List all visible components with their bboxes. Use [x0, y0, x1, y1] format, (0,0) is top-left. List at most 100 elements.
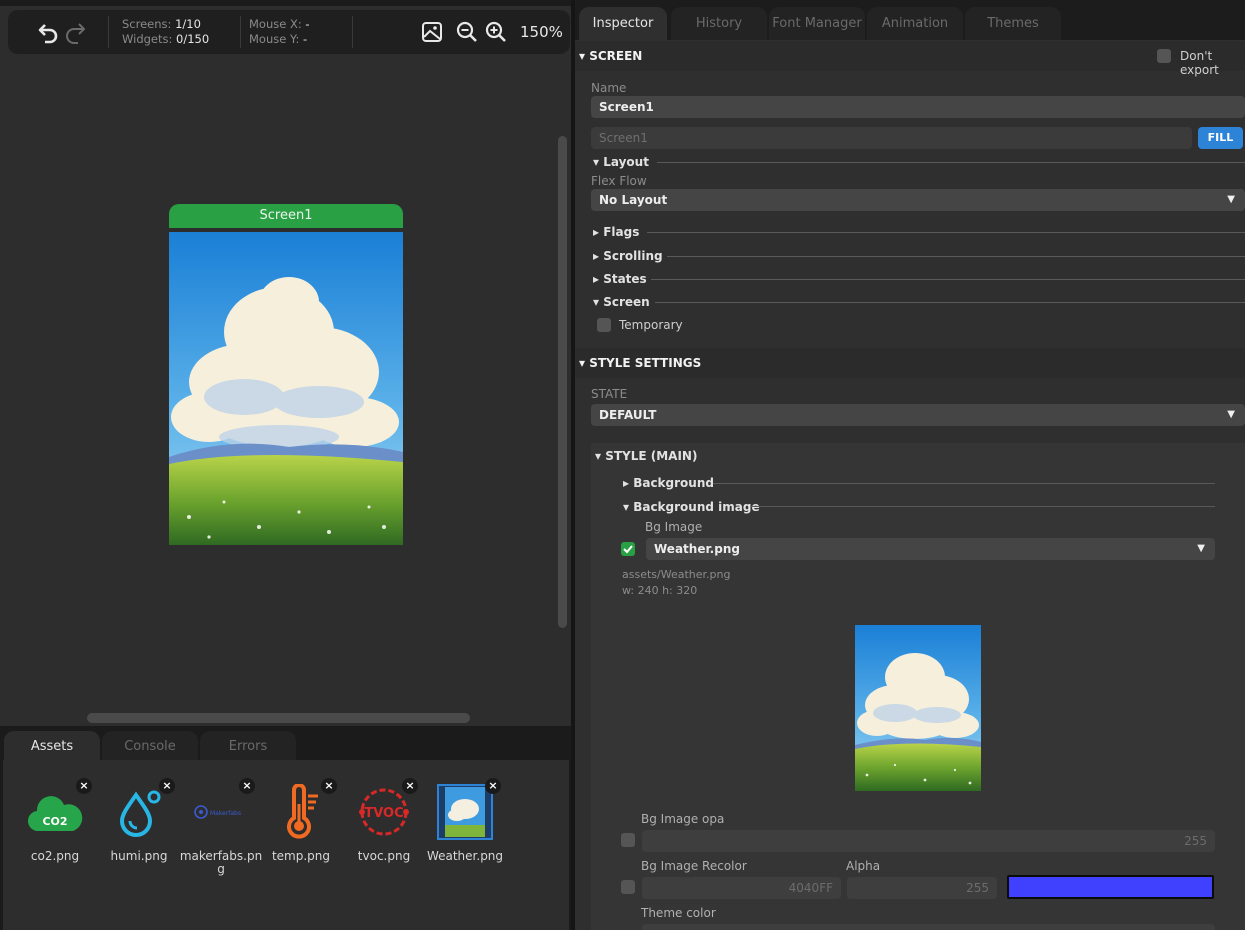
zoom-in-icon[interactable] [482, 18, 510, 46]
co2-text: CO2 [42, 815, 67, 828]
dont-export-checkbox[interactable] [1157, 49, 1171, 63]
divider-line [651, 279, 1245, 280]
bg-image-label: Bg Image [645, 520, 703, 534]
bg-image-preview [855, 625, 981, 791]
zoom-level[interactable]: 150% [520, 23, 563, 41]
bottom-panel: Assets Console Errors CO2 × co2.png × hu… [0, 726, 571, 930]
bg-image-opa-checkbox[interactable] [621, 833, 635, 847]
undo-icon[interactable] [34, 18, 62, 46]
theme-color-label: Theme color [641, 906, 716, 920]
theme-color-input[interactable] [642, 924, 1215, 930]
remove-asset-icon[interactable]: × [159, 778, 175, 794]
layout-header[interactable]: ▾ Layout [593, 155, 649, 169]
toolbar-separator [352, 16, 353, 48]
remove-asset-icon[interactable]: × [485, 778, 501, 794]
scrolling-header[interactable]: ▸ Scrolling [593, 249, 663, 263]
tab-console[interactable]: Console [102, 731, 198, 763]
alpha-label: Alpha [846, 859, 881, 873]
fill-button[interactable]: FILL [1198, 127, 1243, 149]
inspector-panel: Inspector History Font Manager Animation… [575, 0, 1245, 930]
asset-item[interactable]: CO2 × co2.png [13, 778, 97, 888]
horizontal-scrollbar[interactable] [87, 713, 470, 723]
temporary-label: Temporary [619, 318, 683, 332]
collapse-arrow-icon: ▾ [595, 449, 606, 463]
collapse-arrow-icon: ▾ [579, 356, 590, 370]
asset-item[interactable]: TVOC × tvoc.png [342, 778, 426, 888]
screens-counter: Screens: 1/10 Widgets: 0/150 [122, 17, 210, 46]
co2-icon: CO2 [26, 784, 84, 840]
dont-export-label: Don't export [1180, 49, 1219, 77]
toolbar-separator [108, 16, 109, 48]
style-settings-header[interactable]: ▾ STYLE SETTINGS [575, 348, 1245, 378]
expand-arrow-icon: ▸ [593, 225, 604, 239]
state-label: STATE [591, 387, 628, 401]
canvas-area[interactable]: Screen1 [0, 56, 571, 726]
states-header[interactable]: ▸ States [593, 272, 647, 286]
style-main-header[interactable]: ▾ STYLE (MAIN) [595, 449, 697, 463]
screen-title-tab[interactable]: Screen1 [169, 204, 403, 228]
zoom-out-icon[interactable] [453, 18, 481, 46]
flex-flow-select[interactable]: No Layout ▼ [591, 189, 1245, 211]
recolor-color-swatch[interactable] [1007, 875, 1214, 899]
background-header[interactable]: ▸ Background [623, 476, 714, 490]
remove-asset-icon[interactable]: × [76, 778, 92, 794]
state-select[interactable]: DEFAULT ▼ [591, 404, 1245, 426]
collapse-arrow-icon: ▾ [623, 500, 634, 514]
asset-item[interactable]: × temp.png [259, 778, 343, 888]
bg-recolor-checkbox[interactable] [621, 880, 635, 894]
collapse-arrow-icon: ▾ [579, 49, 590, 63]
divider-line [667, 256, 1245, 257]
vertical-scrollbar[interactable] [558, 136, 567, 628]
asset-item[interactable]: × humi.png [97, 778, 181, 888]
asset-item[interactable]: × Weather.png [423, 778, 507, 888]
remove-asset-icon[interactable]: × [402, 778, 418, 794]
assets-list: CO2 × co2.png × humi.png Makerfabs × mak… [3, 760, 569, 930]
tab-themes[interactable]: Themes [965, 7, 1061, 40]
flags-header[interactable]: ▸ Flags [593, 225, 639, 239]
temporary-checkbox[interactable] [597, 318, 611, 332]
tab-font-manager[interactable]: Font Manager [769, 7, 865, 40]
redo-icon[interactable] [62, 18, 90, 46]
bg-image-path: assets/Weather.png [622, 568, 731, 581]
bg-image-opa-label: Bg Image opa [641, 812, 725, 826]
thermometer-icon [272, 784, 330, 840]
background-image-header[interactable]: ▾ Background image [623, 500, 760, 514]
bg-recolor-label: Bg Image Recolor [641, 859, 747, 873]
id-input[interactable]: Screen1 [591, 127, 1192, 149]
screen-preview[interactable] [169, 232, 403, 545]
bg-recolor-input[interactable]: 4040FF [642, 877, 841, 899]
remove-asset-icon[interactable]: × [321, 778, 337, 794]
bg-image-opa-input[interactable]: 255 [642, 830, 1215, 852]
bg-image-checkbox[interactable] [621, 542, 635, 556]
divider-line [751, 506, 1215, 507]
tab-inspector[interactable]: Inspector [579, 7, 667, 40]
background-image-icon[interactable] [418, 18, 446, 46]
collapse-arrow-icon: ▾ [593, 295, 604, 309]
expand-arrow-icon: ▸ [623, 476, 634, 490]
editor-panel: Screens: 1/10 Widgets: 0/150 Mouse X: - … [0, 0, 571, 930]
remove-asset-icon[interactable]: × [239, 778, 255, 794]
divider-line [713, 483, 1215, 484]
tab-errors[interactable]: Errors [200, 731, 296, 763]
asset-name: co2.png [30, 849, 80, 863]
style-main-panel: ▾ STYLE (MAIN) ▸ Background ▾ Background… [591, 443, 1245, 930]
name-input[interactable]: Screen1 [591, 96, 1245, 118]
name-label: Name [591, 81, 627, 95]
asset-name: temp.png [271, 849, 331, 863]
tab-history[interactable]: History [671, 7, 767, 40]
toolbar: Screens: 1/10 Widgets: 0/150 Mouse X: - … [8, 10, 570, 54]
top-strip [0, 0, 571, 6]
weather-image [437, 784, 493, 840]
humidity-icon [110, 784, 168, 840]
bg-image-select[interactable]: Weather.png ▼ [646, 538, 1215, 560]
screen-header[interactable]: ▾ Screen [593, 295, 650, 309]
screen-section-header[interactable]: ▾ SCREEN [575, 41, 1245, 71]
bg-image-size: w: 240 h: 320 [622, 584, 698, 597]
mouse-coordinates: Mouse X: - Mouse Y: - [249, 17, 310, 46]
collapse-arrow-icon: ▾ [593, 155, 604, 169]
tab-assets[interactable]: Assets [4, 731, 100, 763]
alpha-input[interactable]: 255 [847, 877, 997, 899]
asset-item[interactable]: Makerfabs × makerfabs.png [179, 778, 263, 888]
asset-name: tvoc.png [357, 849, 411, 863]
tab-animation[interactable]: Animation [867, 7, 963, 40]
